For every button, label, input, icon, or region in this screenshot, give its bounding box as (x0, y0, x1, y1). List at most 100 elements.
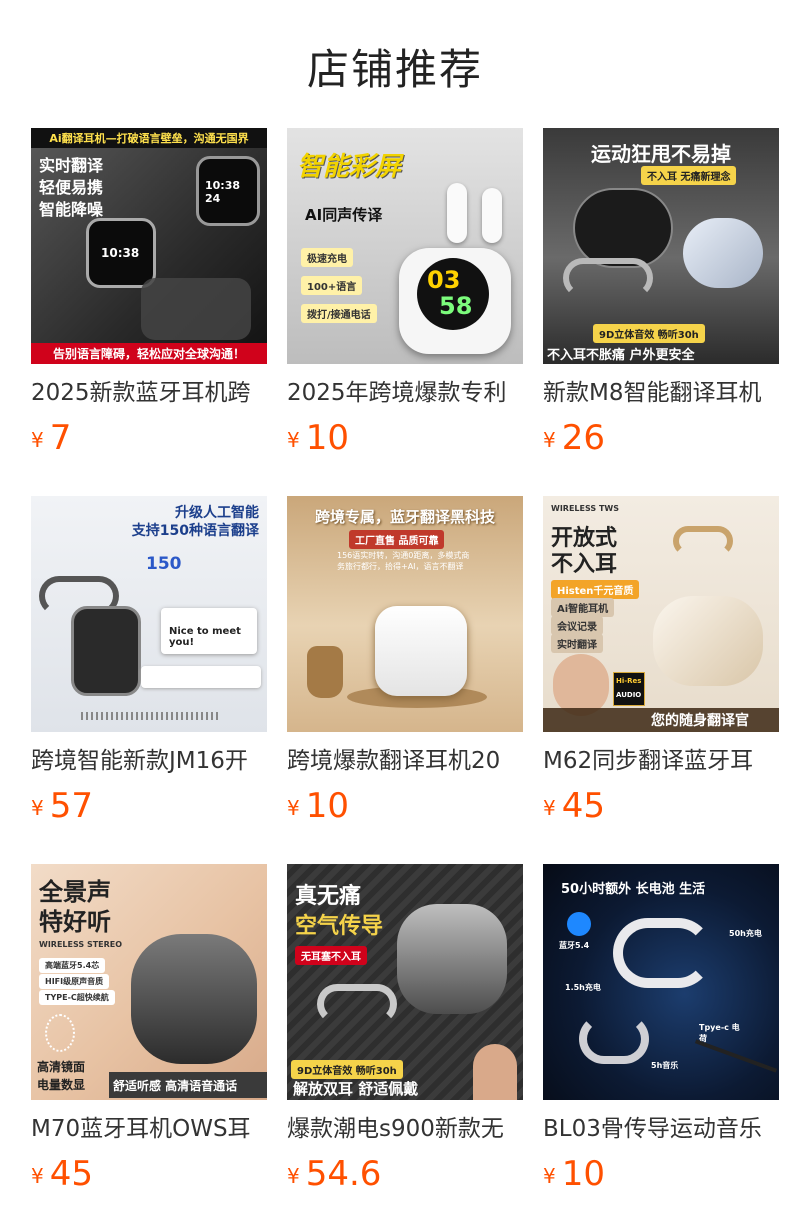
product-name[interactable]: 新款M8智能翻译耳机 (543, 376, 779, 410)
image-tag: Histen千元音质 (551, 580, 640, 599)
chat-bubble: Nice to meet you! (161, 608, 257, 654)
price-row: ¥45 (31, 1152, 93, 1196)
charging-case (71, 606, 141, 696)
image-tag: 实时翻译 (551, 634, 603, 653)
product-image[interactable]: WIRELESS TWS 开放式 不入耳 Histen千元音质 Ai智能耳机 会… (543, 496, 779, 732)
charging-case (397, 904, 507, 1014)
image-tag: 极速充电 (301, 248, 353, 267)
image-text: 实时翻译 (39, 156, 104, 175)
image-text: Tpye-c 电荷 (699, 1023, 740, 1043)
image-tag: 工厂直售 品质可靠 (349, 530, 445, 549)
vase-decoration (307, 646, 343, 698)
currency-symbol: ¥ (543, 428, 556, 452)
price-row: ¥45 (543, 784, 605, 828)
product-price: 10 (305, 786, 349, 826)
image-text: 电量数显 (37, 1078, 86, 1092)
earbud-illustration (482, 188, 502, 243)
waveform-icon (81, 712, 221, 720)
badge-text: AUDIO (616, 691, 642, 699)
product-name[interactable]: M70蓝牙耳机OWS耳 (31, 1112, 267, 1146)
product-name[interactable]: 2025新款蓝牙耳机跨 (31, 376, 267, 410)
product-image[interactable]: 50小时额外 长电池 生活 蓝牙5.4 50h充电 1.5h充电 Tpye-c … (543, 864, 779, 1100)
image-headline: 跨境专属，蓝牙翻译黑科技 (314, 508, 495, 526)
currency-symbol: ¥ (31, 428, 44, 452)
currency-symbol: ¥ (31, 1164, 44, 1188)
product-price: 45 (49, 1154, 93, 1194)
image-text: AI同声传译 (305, 206, 383, 224)
image-headline: 智能彩屏 (297, 152, 402, 182)
product-image[interactable]: 全景声 特好听 WIRELESS STEREO 高端蓝牙5.4芯 HIFI级原声… (31, 864, 267, 1100)
product-image[interactable]: 跨境专属，蓝牙翻译黑科技 工厂直售 品质可靠 156语实时转，沟通0距离，多模式… (287, 496, 523, 732)
product-image[interactable]: 升级人工智能 支持150种语言翻译 150 Nice to meet you! (31, 496, 267, 732)
ear-illustration (553, 654, 609, 716)
product-card[interactable]: 运动狂甩不易掉 不入耳 无痛新理念 9D立体音效 畅听30h 不入耳不胀痛 户外… (543, 128, 779, 496)
charging-case (573, 188, 673, 268)
price-row: ¥54.6 (287, 1152, 381, 1196)
product-name[interactable]: BL03骨传导运动音乐 (543, 1112, 779, 1146)
case-screen: 03 58 (417, 258, 489, 330)
image-text: 5h音乐 (651, 1061, 679, 1070)
image-badge: 9D立体音效 畅听30h (291, 1060, 403, 1079)
charging-case (131, 934, 257, 1064)
image-tag: Ai智能耳机 (551, 598, 615, 617)
ear-hook-illustration (317, 984, 397, 1024)
screen-digits: 58 (439, 292, 473, 320)
case-lid (683, 218, 763, 288)
earbuds-illustration (141, 278, 251, 340)
product-name[interactable]: M62同步翻译蓝牙耳 (543, 744, 779, 778)
image-headline: 真无痛 (295, 884, 362, 909)
product-price: 57 (49, 786, 93, 826)
bubble-text: Nice to meet you! (169, 626, 241, 648)
product-card[interactable]: Ai翻译耳机—打破语言壁垒，沟通无国界 实时翻译 轻便易携 智能降噪 10:38… (31, 128, 267, 496)
headphone-illustration (613, 918, 713, 988)
product-image[interactable]: 运动狂甩不易掉 不入耳 无痛新理念 9D立体音效 畅听30h 不入耳不胀痛 户外… (543, 128, 779, 364)
image-banner-text: 舒适听感 高清语音通话 (113, 1079, 238, 1093)
image-text: 156语实时转，沟通0距离，多模式商务旅行都行，拾得+AI，语言不翻译 (337, 551, 470, 571)
image-tag: 拨打/接通电话 (301, 304, 377, 323)
language-count: 150 (146, 554, 182, 574)
charging-case (653, 596, 763, 686)
product-name[interactable]: 爆款潮电s900新款无 (287, 1112, 523, 1146)
image-banner: Ai翻译耳机—打破语言壁垒，沟通无国界 (31, 128, 267, 148)
product-image[interactable]: 智能彩屏 AI同声传译 极速充电 100+语言 拨打/接通电话 03 58 (287, 128, 523, 364)
bluetooth-icon (567, 912, 591, 936)
product-price: 54.6 (305, 1154, 382, 1194)
image-text: 轻便易携 (39, 178, 104, 197)
product-card[interactable]: 跨境专属，蓝牙翻译黑科技 工厂直售 品质可靠 156语实时转，沟通0距离，多模式… (287, 496, 523, 864)
cable-illustration (694, 1039, 778, 1073)
image-banner: 您的随身翻译官 (543, 708, 779, 732)
currency-symbol: ¥ (543, 796, 556, 820)
earbud-case-screen: 10:38 (86, 218, 156, 288)
product-grid: Ai翻译耳机—打破语言壁垒，沟通无国界 实时翻译 轻便易携 智能降噪 10:38… (31, 128, 779, 1232)
product-image[interactable]: 真无痛 空气传导 无耳塞不入耳 9D立体音效 畅听30h 解放双耳 舒适佩戴 (287, 864, 523, 1100)
headphone-illustration (579, 1014, 649, 1064)
image-headline: 升级人工智能 (175, 505, 259, 521)
image-tag: 高端蓝牙5.4芯 (39, 958, 106, 973)
product-card[interactable]: 升级人工智能 支持150种语言翻译 150 Nice to meet you! … (31, 496, 267, 864)
image-text: 高清镜面 (37, 1060, 86, 1074)
currency-symbol: ¥ (31, 796, 44, 820)
image-badge: 9D立体音效 畅听30h (593, 324, 705, 343)
currency-symbol: ¥ (543, 1164, 556, 1188)
image-tag: 无耳塞不入耳 (295, 946, 367, 965)
screen-clock: 10:38 24 (205, 179, 241, 205)
product-name[interactable]: 跨境智能新款JM16开 (31, 744, 267, 778)
product-name[interactable]: 跨境爆款翻译耳机20 (287, 744, 523, 778)
currency-symbol: ¥ (287, 428, 300, 452)
product-card[interactable]: 真无痛 空气传导 无耳塞不入耳 9D立体音效 畅听30h 解放双耳 舒适佩戴 爆… (287, 864, 523, 1232)
product-name[interactable]: 2025年跨境爆款专利 (287, 376, 523, 410)
price-row: ¥10 (543, 1152, 605, 1196)
product-image[interactable]: Ai翻译耳机—打破语言壁垒，沟通无国界 实时翻译 轻便易携 智能降噪 10:38… (31, 128, 267, 364)
badge-text: Hi-Res (616, 677, 642, 685)
image-tag: TYPE-C超快续航 (39, 990, 115, 1005)
product-card[interactable]: 全景声 特好听 WIRELESS STEREO 高端蓝牙5.4芯 HIFI级原声… (31, 864, 267, 1232)
charging-case: 03 58 (399, 248, 511, 354)
product-card[interactable]: 智能彩屏 AI同声传译 极速充电 100+语言 拨打/接通电话 03 58 20… (287, 128, 523, 496)
product-card[interactable]: 50小时额外 长电池 生活 蓝牙5.4 50h充电 1.5h充电 Tpye-c … (543, 864, 779, 1232)
price-row: ¥7 (31, 416, 71, 460)
image-tag: 不入耳 无痛新理念 (641, 166, 737, 185)
product-card[interactable]: WIRELESS TWS 开放式 不入耳 Histen千元音质 Ai智能耳机 会… (543, 496, 779, 864)
screen-digits: 03 (427, 266, 461, 294)
image-text: 50小时额外 长电池 生活 (561, 882, 706, 897)
currency-symbol: ¥ (287, 796, 300, 820)
